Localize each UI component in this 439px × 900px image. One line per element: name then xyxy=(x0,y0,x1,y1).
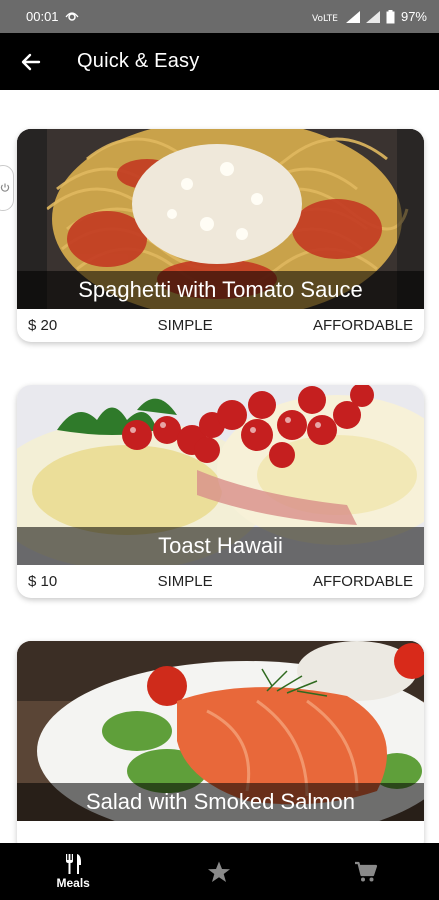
status-bar: 00:01 VoLTE 97% xyxy=(0,0,439,33)
signal-icon-2 xyxy=(365,10,380,23)
nav-item-meals[interactable]: Meals xyxy=(0,843,146,900)
nav-item-favorites[interactable] xyxy=(146,843,292,900)
power-icon xyxy=(0,183,10,192)
bottom-nav: Meals xyxy=(0,843,439,900)
meal-affordability: AFFORDABLE xyxy=(312,317,413,334)
app-bar: Quick & Easy xyxy=(0,33,439,90)
volte-icon: VoLTE xyxy=(312,11,340,23)
meal-image: Salad with Smoked Salmon xyxy=(17,641,424,821)
meal-complexity: SIMPLE xyxy=(157,573,213,590)
meal-title: Toast Hawaii xyxy=(17,527,424,565)
meal-image: Toast Hawaii xyxy=(17,385,424,565)
status-time: 00:01 xyxy=(26,9,59,24)
meal-title: Spaghetti with Tomato Sauce xyxy=(17,271,424,309)
signal-icon xyxy=(345,10,360,23)
meal-price: $ 10 xyxy=(28,573,58,590)
restaurant-icon xyxy=(66,853,82,874)
meal-details: $ 20 SIMPLE AFFORDABLE xyxy=(17,309,424,342)
notification-icon xyxy=(65,11,79,23)
meal-card[interactable]: Spaghetti with Tomato Sauce $ 20 SIMPLE … xyxy=(17,129,424,342)
meal-card[interactable]: Salad with Smoked Salmon xyxy=(17,641,424,843)
edge-panel-handle[interactable] xyxy=(0,165,14,211)
meal-details: $ 10 SIMPLE AFFORDABLE xyxy=(17,565,424,598)
meal-image: Spaghetti with Tomato Sauce xyxy=(17,129,424,309)
battery-level: 97% xyxy=(400,9,427,24)
meal-title: Salad with Smoked Salmon xyxy=(17,783,424,821)
svg-text:VoLTE: VoLTE xyxy=(312,14,338,23)
arrow-left-icon xyxy=(21,53,41,70)
meal-affordability: AFFORDABLE xyxy=(312,573,413,590)
star-icon xyxy=(208,861,231,882)
back-button[interactable] xyxy=(0,33,62,90)
meal-card[interactable]: Toast Hawaii $ 10 SIMPLE AFFORDABLE xyxy=(17,385,424,598)
cart-icon xyxy=(354,861,377,881)
nav-label-meals: Meals xyxy=(56,875,90,890)
meal-list[interactable]: Spaghetti with Tomato Sauce $ 20 SIMPLE … xyxy=(0,90,439,843)
battery-icon xyxy=(386,9,395,24)
meal-price: $ 20 xyxy=(28,317,58,334)
meal-complexity: SIMPLE xyxy=(157,317,213,334)
page-title: Quick & Easy xyxy=(77,50,200,72)
nav-item-cart[interactable] xyxy=(293,843,439,900)
